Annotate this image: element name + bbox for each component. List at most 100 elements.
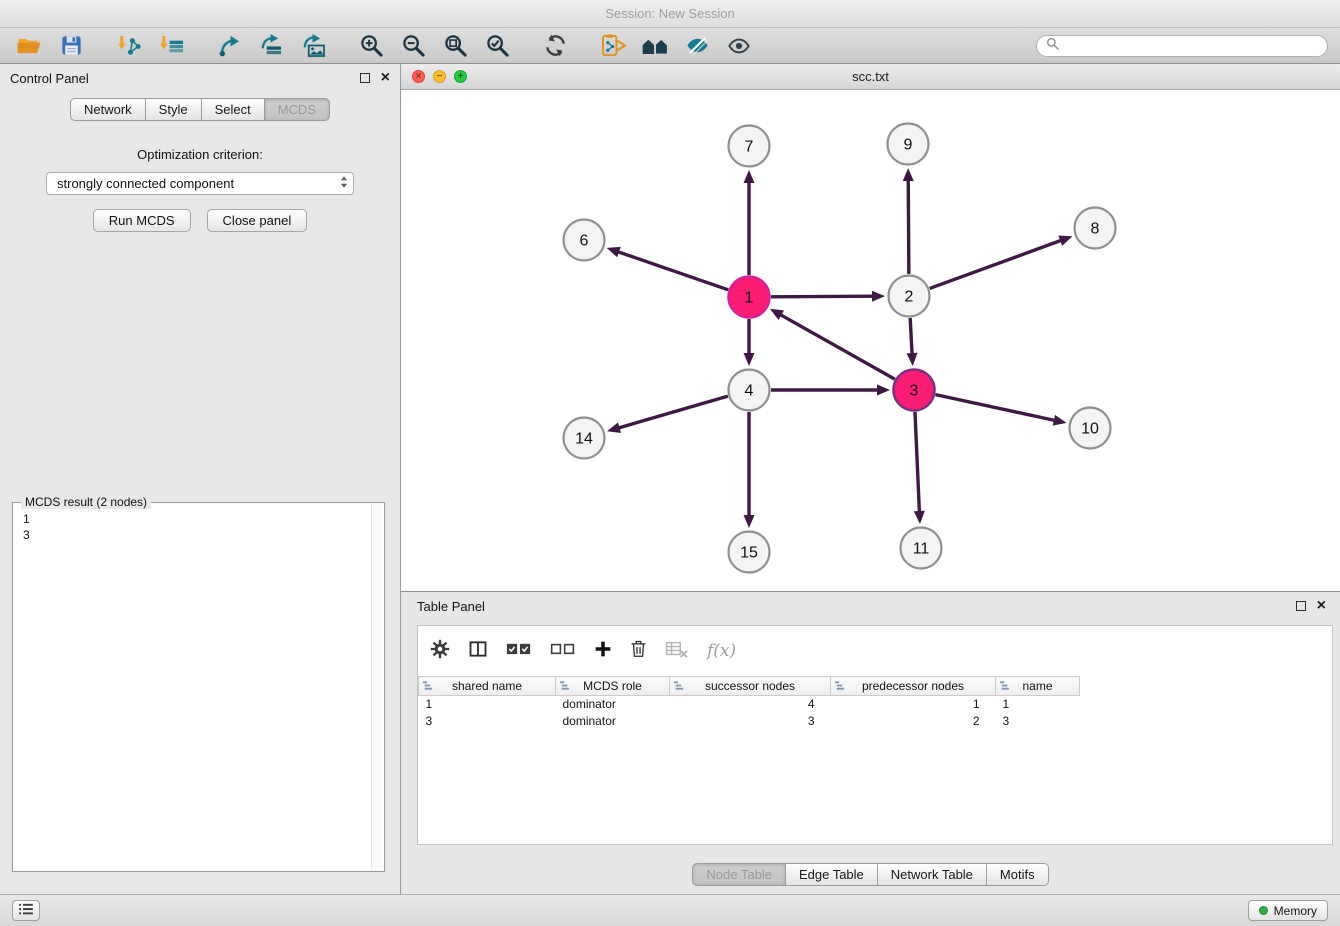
table-cell[interactable]: 3: [419, 713, 556, 730]
column-header-MCDS-role[interactable]: MCDS role: [556, 677, 670, 696]
window-zoom-button[interactable]: +: [454, 70, 467, 83]
edge-arrowhead-4-15: [744, 515, 755, 528]
node-label: 7: [745, 139, 754, 156]
edge-3-1[interactable]: [779, 314, 894, 379]
table-cell[interactable]: 1: [831, 696, 996, 713]
copy-style-button[interactable]: [596, 31, 630, 61]
show-graphics-details-button[interactable]: [722, 31, 756, 61]
edge-2-3[interactable]: [910, 318, 912, 355]
close-panel-icon[interactable]: [381, 73, 390, 83]
node-4[interactable]: 4: [729, 370, 770, 411]
task-history-button[interactable]: [12, 900, 40, 921]
zoom-in-icon: [360, 34, 383, 57]
node-2[interactable]: 2: [889, 276, 930, 317]
edge-2-9[interactable]: [908, 179, 909, 274]
column-header-successor-nodes[interactable]: successor nodes: [670, 677, 831, 696]
column-label: name: [1022, 679, 1052, 693]
table-row[interactable]: 3dominator323: [419, 713, 1080, 730]
column-header-name[interactable]: name: [996, 677, 1080, 696]
first-neighbors-button[interactable]: [638, 31, 672, 61]
settings-button[interactable]: [430, 639, 450, 664]
node-7[interactable]: 7: [729, 126, 770, 167]
node-label: 10: [1081, 421, 1099, 438]
float-table-panel-icon[interactable]: [1296, 601, 1306, 611]
edge-1-6[interactable]: [617, 251, 728, 289]
mcds-result-list: 13: [13, 503, 384, 551]
tab-network[interactable]: Network: [70, 98, 146, 121]
table-tab-network-table[interactable]: Network Table: [878, 863, 987, 886]
node-15[interactable]: 15: [729, 532, 770, 573]
select-all-icon: [506, 640, 532, 662]
table-cell[interactable]: 1: [996, 696, 1080, 713]
zoom-in-button[interactable]: [354, 31, 388, 61]
column-header-predecessor-nodes[interactable]: predecessor nodes: [831, 677, 996, 696]
edge-arrowhead-4-3: [877, 385, 890, 396]
table-tab-edge-table[interactable]: Edge Table: [786, 863, 878, 886]
delete-row-button[interactable]: [630, 639, 647, 663]
table-cell[interactable]: 1: [419, 696, 556, 713]
run-mcds-button[interactable]: Run MCDS: [93, 209, 191, 232]
window-minimize-button[interactable]: −: [433, 70, 446, 83]
export-table-button[interactable]: [254, 31, 288, 61]
edge-2-8[interactable]: [930, 240, 1062, 288]
show-columns-button[interactable]: [468, 639, 488, 664]
window-close-button[interactable]: ×: [412, 70, 425, 83]
node-6[interactable]: 6: [564, 220, 605, 261]
control-panel-tabs: NetworkStyleSelectMCDS: [0, 98, 400, 121]
table-cell[interactable]: 3: [996, 713, 1080, 730]
open-session-button[interactable]: [12, 31, 46, 61]
hide-selected-button[interactable]: [680, 31, 714, 61]
edge-arrowhead-2-9: [903, 168, 914, 181]
search-input[interactable]: [1065, 38, 1318, 53]
new-network-button[interactable]: [212, 31, 246, 61]
edge-3-10[interactable]: [936, 395, 1056, 421]
edge-3-11[interactable]: [915, 412, 919, 513]
node-1[interactable]: 1: [729, 277, 770, 318]
table-tab-node-table[interactable]: Node Table: [692, 863, 786, 886]
column-header-shared-name[interactable]: shared name: [419, 677, 556, 696]
node-label: 14: [575, 431, 593, 448]
tab-select[interactable]: Select: [202, 98, 265, 121]
node-label: 6: [580, 233, 589, 250]
table-cell[interactable]: 3: [670, 713, 831, 730]
select-all-button[interactable]: [506, 640, 532, 662]
column-sort-icon: [999, 680, 1010, 694]
table-tab-motifs[interactable]: Motifs: [987, 863, 1049, 886]
zoom-fit-button[interactable]: [438, 31, 472, 61]
optimization-criterion-select[interactable]: strongly connected component: [46, 172, 354, 195]
table-cell[interactable]: dominator: [556, 713, 670, 730]
table-cell[interactable]: 2: [831, 713, 996, 730]
node-3[interactable]: 3: [894, 370, 935, 411]
table-cell[interactable]: dominator: [556, 696, 670, 713]
zoom-out-button[interactable]: [396, 31, 430, 61]
network-canvas[interactable]: 7 9 6 8 1 2 4 3 14 10 15 11: [401, 90, 1338, 591]
node-9[interactable]: 9: [888, 124, 929, 165]
zoom-selected-button[interactable]: [480, 31, 514, 61]
save-session-button[interactable]: [54, 31, 88, 61]
tab-mcds[interactable]: MCDS: [265, 98, 330, 121]
edge-arrowhead-2-8: [1058, 236, 1072, 246]
import-table-button[interactable]: [154, 31, 188, 61]
memory-button[interactable]: Memory: [1248, 900, 1328, 921]
delete-table-button[interactable]: [665, 639, 689, 664]
search-box[interactable]: [1036, 35, 1328, 57]
node-8[interactable]: 8: [1075, 208, 1116, 249]
export-image-button[interactable]: [296, 31, 330, 61]
close-panel-button[interactable]: Close panel: [207, 209, 308, 232]
deselect-all-button[interactable]: [550, 640, 576, 662]
edge-1-2[interactable]: [771, 296, 874, 297]
node-11[interactable]: 11: [901, 528, 942, 569]
import-network-button[interactable]: [112, 31, 146, 61]
table-row[interactable]: 1dominator411: [419, 696, 1080, 713]
table-cell[interactable]: 4: [670, 696, 831, 713]
add-row-button[interactable]: [594, 640, 612, 663]
node-14[interactable]: 14: [564, 418, 605, 459]
window-title: Session: New Session: [0, 0, 1340, 28]
node-10[interactable]: 10: [1070, 408, 1111, 449]
tab-style[interactable]: Style: [146, 98, 202, 121]
close-table-panel-icon[interactable]: [1317, 601, 1326, 611]
apply-layout-button[interactable]: [538, 31, 572, 61]
edge-4-14[interactable]: [618, 396, 728, 428]
float-panel-icon[interactable]: [360, 73, 370, 83]
function-builder-button[interactable]: f(x): [707, 641, 736, 661]
